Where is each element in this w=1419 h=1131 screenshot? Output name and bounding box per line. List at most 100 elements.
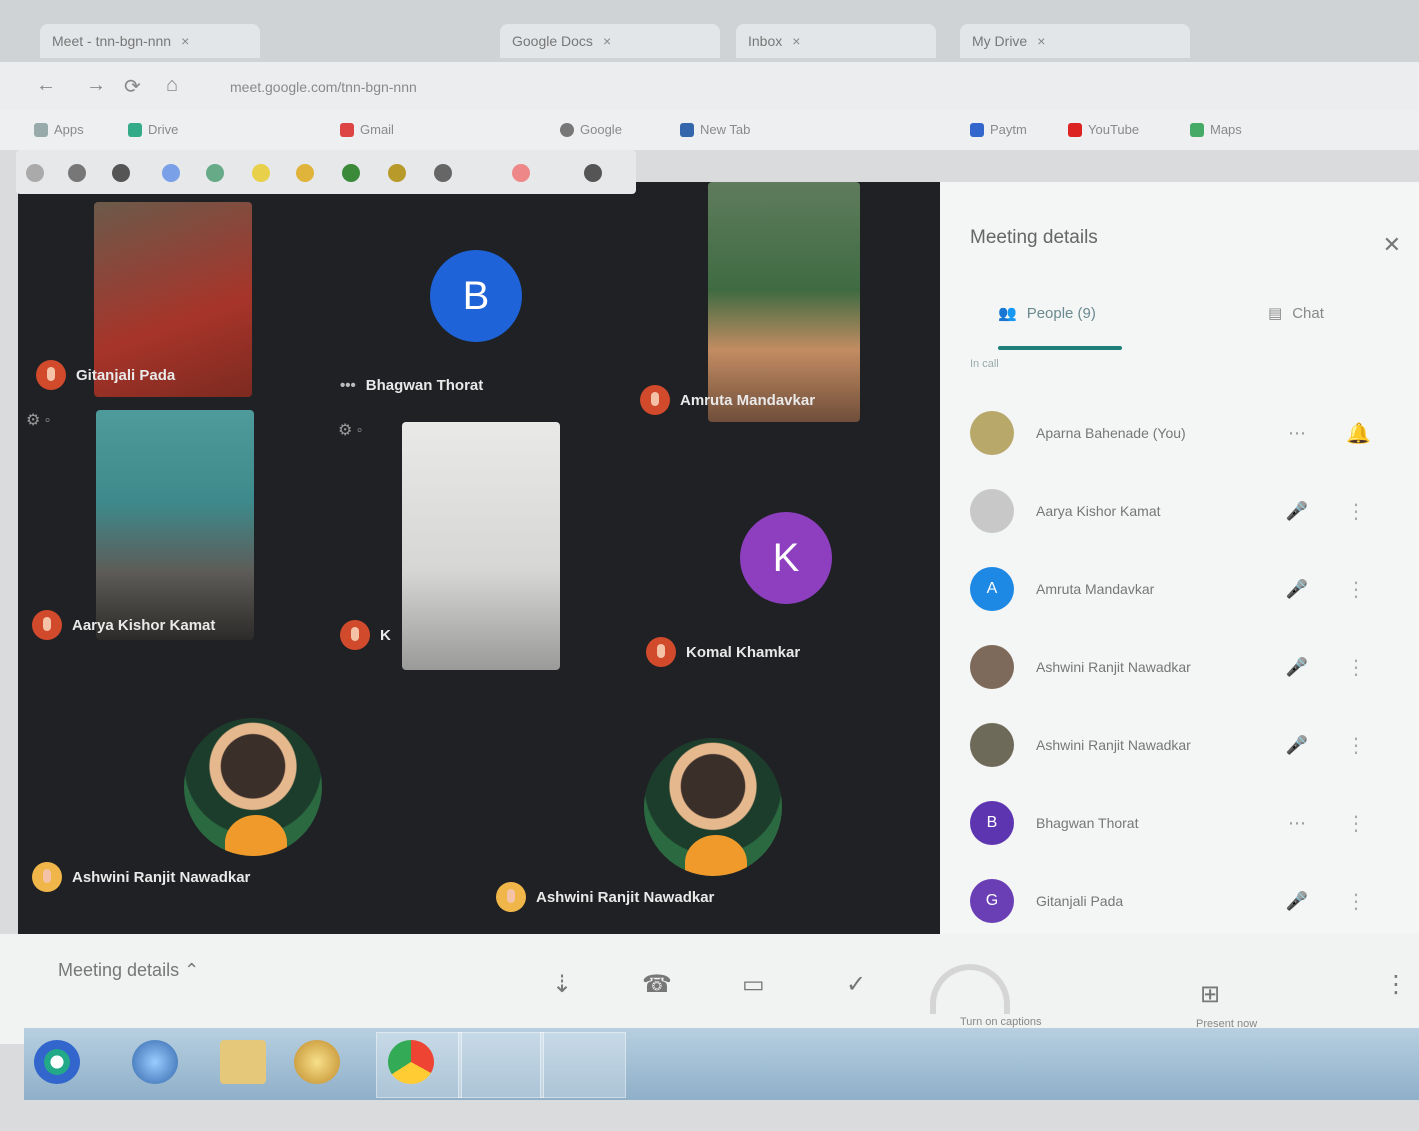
pin-icon[interactable]: ⚙ ◦ (26, 410, 50, 430)
back-icon[interactable]: ← (36, 74, 56, 97)
more-vert-icon[interactable]: ⋮ (1346, 655, 1366, 680)
bookmark-paytm[interactable]: Paytm (970, 122, 1027, 137)
speaker-icon[interactable] (112, 164, 130, 182)
more-vert-icon[interactable]: ⋮ (1346, 577, 1366, 602)
ie-icon[interactable] (132, 1040, 178, 1084)
participant-row[interactable]: A Amruta Mandavkar 🎤 ⋮ (970, 564, 1400, 614)
extension-icon[interactable] (434, 164, 452, 182)
taskbar-window[interactable] (540, 1032, 626, 1098)
home-icon[interactable]: ⌂ (166, 74, 178, 97)
more-vert-icon[interactable]: ⋮ (1346, 811, 1366, 836)
extension-icon[interactable] (252, 164, 270, 182)
more-vert-icon[interactable]: ⋮ (1346, 889, 1366, 914)
taskbar-window[interactable] (458, 1032, 544, 1098)
mic-off-icon[interactable]: 🎤 (1282, 891, 1312, 912)
extension-icon[interactable] (206, 164, 224, 182)
checkmark-icon[interactable]: ✓ (846, 970, 866, 999)
participant-row[interactable]: G Gitanjali Pada 🎤 ⋮ (970, 876, 1400, 926)
participant-name: Ashwini Ranjit Nawadkar (72, 868, 251, 886)
media-icon[interactable] (294, 1040, 340, 1084)
bookmark-label: Drive (148, 122, 179, 137)
tab-chat[interactable]: ▤ Chat (1268, 304, 1324, 323)
meeting-details-toggle[interactable]: Meeting details ⌃ (58, 960, 199, 981)
extension-icon[interactable] (26, 164, 44, 182)
more-icon[interactable]: ⋯ (1282, 423, 1312, 444)
participant-name: Gitanjali Pada (1036, 893, 1124, 909)
meeting-details-panel: Meeting details ✕ 👥 People (9) ▤ Chat In… (940, 182, 1419, 942)
hang-up-icon[interactable]: ☎ (642, 970, 672, 999)
more-icon[interactable]: ⋯ (1282, 813, 1312, 834)
bookmark-maps[interactable]: Maps (1190, 122, 1242, 137)
reload-icon[interactable]: ⟳ (124, 74, 141, 99)
participant-name: K (380, 626, 391, 644)
extension-icon[interactable] (512, 164, 530, 182)
participant-name-tag: Ashwini Ranjit Nawadkar (496, 882, 714, 912)
more-vert-icon[interactable]: ⋮ (1346, 733, 1366, 758)
mic-off-icon[interactable]: 🎤 (1282, 735, 1312, 756)
address-bar-row: ← → ⟳ ⌂ meet.google.com/tnn-bgn-nnn (0, 62, 1419, 110)
apps-icon (34, 122, 48, 137)
captions-label: Turn on captions (960, 1016, 1042, 1028)
participant-avatar-photo (184, 718, 322, 856)
start-icon[interactable] (34, 1040, 80, 1084)
more-vert-icon[interactable]: ⋮ (1384, 970, 1408, 999)
browser-tab[interactable]: My Drive × (960, 24, 1190, 58)
bookmark-gmail[interactable]: Gmail (340, 122, 394, 137)
bookmark-drive[interactable]: Drive (128, 122, 178, 137)
participant-name: Amruta Mandavkar (680, 391, 816, 409)
meeting-details-label: Meeting details (58, 960, 180, 980)
bookmark-label: New Tab (700, 122, 751, 137)
mic-off-icon[interactable]: 🎤 (1282, 501, 1312, 522)
bell-icon[interactable]: 🔔 (1346, 421, 1371, 446)
extension-icon[interactable] (296, 164, 314, 182)
bookmark-newtab[interactable]: New Tab (680, 122, 750, 137)
forward-icon[interactable]: → (86, 74, 106, 97)
captions-icon[interactable] (930, 964, 1010, 1014)
present-icon[interactable]: ⊞ (1200, 980, 1220, 1009)
extension-icon[interactable] (342, 164, 360, 182)
close-tab-icon[interactable]: × (603, 33, 611, 49)
participant-name: Bhagwan Thorat (1036, 815, 1139, 831)
participant-row[interactable]: Ashwini Ranjit Nawadkar 🎤 ⋮ (970, 642, 1400, 692)
extension-icon[interactable] (584, 164, 602, 182)
bookmark-google[interactable]: Google (560, 122, 622, 137)
browser-tab[interactable]: Google Docs × (500, 24, 720, 58)
participant-row[interactable]: Ashwini Ranjit Nawadkar 🎤 ⋮ (970, 720, 1400, 770)
close-tab-icon[interactable]: × (1037, 33, 1045, 49)
participant-row[interactable]: Aparna Bahenade (You) ⋯ 🔔 (970, 408, 1400, 458)
chat-icon: ▤ (1268, 305, 1283, 322)
participant-name-tag: Ashwini Ranjit Nawadkar (32, 862, 250, 892)
participant-video (96, 410, 254, 640)
participant-avatar: G (970, 879, 1014, 923)
windows-taskbar (24, 1028, 1419, 1100)
bookmark-youtube[interactable]: YouTube (1068, 122, 1139, 137)
tab-label: My Drive (972, 33, 1028, 49)
pin-icon[interactable]: ⚙ ◦ (338, 420, 362, 440)
participant-row[interactable]: Aarya Kishor Kamat 🎤 ⋮ (970, 486, 1400, 536)
tab-people[interactable]: 👥 People (9) (998, 304, 1096, 323)
extension-icon[interactable] (68, 164, 86, 182)
camera-icon[interactable]: ▭ (742, 970, 765, 999)
browser-tab[interactable]: Meet - tnn-bgn-nnn × (40, 24, 260, 58)
bookmarks-bar: Apps Drive Gmail Google New Tab Paytm Yo… (0, 110, 1419, 150)
mic-icon[interactable]: ⇣ (552, 970, 572, 999)
more-vert-icon[interactable]: ⋮ (1346, 499, 1366, 524)
mic-off-icon[interactable]: 🎤 (1282, 657, 1312, 678)
bookmark-apps[interactable]: Apps (34, 122, 84, 137)
mic-muted-icon (32, 610, 62, 640)
mic-muted-icon (496, 882, 526, 912)
extension-icon[interactable] (162, 164, 180, 182)
close-tab-icon[interactable]: × (181, 33, 189, 49)
folder-icon[interactable] (220, 1040, 266, 1084)
participant-row[interactable]: B Bhagwan Thorat ⋯ ⋮ (970, 798, 1400, 848)
address-input[interactable]: meet.google.com/tnn-bgn-nnn (230, 72, 1110, 102)
crown-icon[interactable] (388, 164, 406, 182)
close-icon[interactable]: ✕ (1383, 232, 1401, 258)
close-tab-icon[interactable]: × (792, 33, 800, 49)
participant-name: Ashwini Ranjit Nawadkar (1036, 737, 1191, 753)
participant-name-tag: Komal Khamkar (646, 637, 800, 667)
browser-tab[interactable]: Inbox × (736, 24, 936, 58)
chrome-icon[interactable] (388, 1040, 434, 1084)
mic-off-icon[interactable]: 🎤 (1282, 579, 1312, 600)
section-label: In call (970, 358, 999, 370)
